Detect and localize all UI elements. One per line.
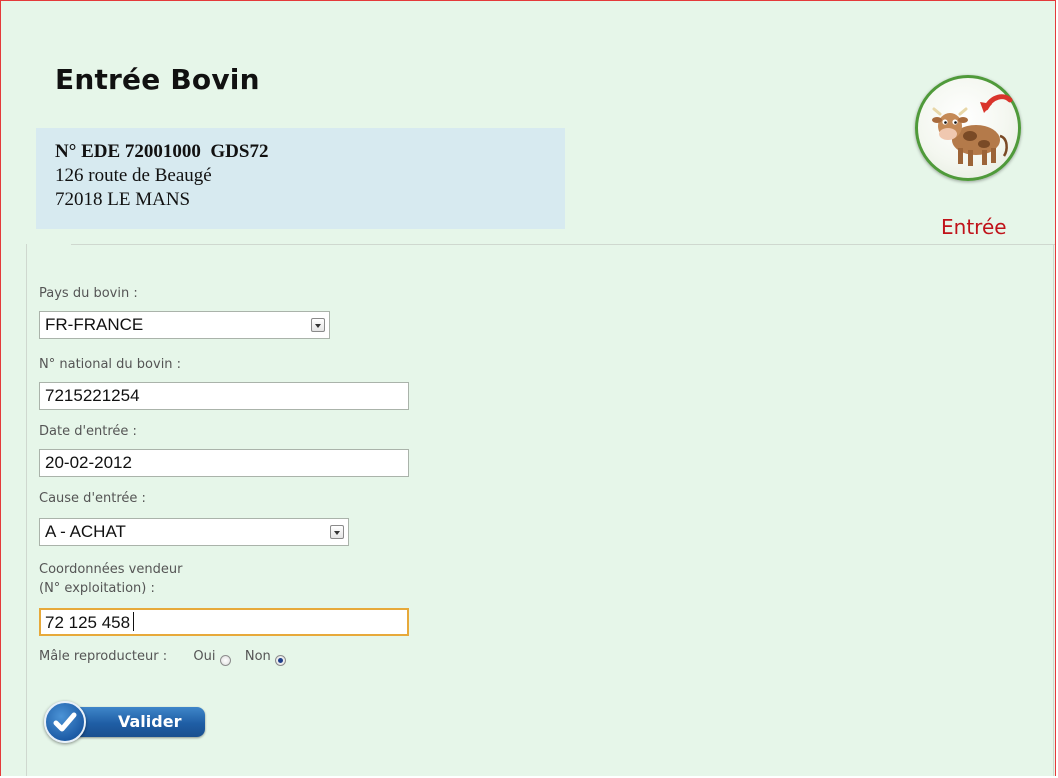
address-street: 126 route de Beaugé <box>55 165 212 186</box>
non-radio[interactable] <box>274 655 286 666</box>
address-block: N° EDE 72001000 GDS72 126 route de Beaug… <box>36 128 565 229</box>
pays-label: Pays du bovin : <box>39 286 138 301</box>
valider-button[interactable]: Valider <box>44 701 205 743</box>
vendeur-label-line2: (N° exploitation) : <box>39 581 155 596</box>
cow-entry-icon <box>915 75 1021 181</box>
ede-number: N° EDE 72001000 GDS72 <box>55 141 269 162</box>
male-reproducteur-row: Mâle reproducteur : Oui Non <box>39 649 286 666</box>
chevron-down-icon[interactable] <box>330 525 344 539</box>
numero-input[interactable]: 7215221254 <box>39 382 409 410</box>
numero-input-value: 7215221254 <box>45 386 140 405</box>
cause-label: Cause d'entrée : <box>39 491 146 506</box>
pays-select[interactable]: FR-FRANCE <box>39 311 330 339</box>
pays-select-value: FR-FRANCE <box>45 315 144 334</box>
date-input-value: 20-02-2012 <box>45 453 132 472</box>
male-label: Mâle reproducteur : <box>39 649 168 664</box>
oui-label: Oui <box>193 649 216 664</box>
non-label: Non <box>244 649 271 664</box>
vendeur-label-line1: Coordonnées vendeur <box>39 562 183 577</box>
vendeur-input[interactable]: 72 125 458 <box>39 608 409 636</box>
text-caret <box>133 612 135 631</box>
page-title: Entrée Bovin <box>55 63 260 96</box>
fieldset-border-left <box>26 244 27 776</box>
page-frame: Entrée Bovin N° EDE 72001000 GDS72 126 r… <box>0 0 1056 776</box>
entry-caption: Entrée <box>941 215 1007 239</box>
checkmark-icon[interactable] <box>44 701 86 743</box>
chevron-down-icon[interactable] <box>311 318 325 332</box>
vendeur-input-value: 72 125 458 <box>45 613 131 632</box>
date-label: Date d'entrée : <box>39 424 137 439</box>
date-input[interactable]: 20-02-2012 <box>39 449 409 477</box>
oui-radio[interactable] <box>219 655 231 666</box>
address-city: 72018 LE MANS <box>55 189 191 210</box>
valider-label: Valider <box>118 712 182 731</box>
fieldset-legend-gap <box>27 241 71 247</box>
cause-select[interactable]: A - ACHAT <box>39 518 349 546</box>
cause-select-value: A - ACHAT <box>45 522 126 541</box>
fieldset-border <box>26 244 1055 245</box>
fieldset-border-right <box>1053 244 1054 776</box>
numero-label: N° national du bovin : <box>39 357 182 372</box>
